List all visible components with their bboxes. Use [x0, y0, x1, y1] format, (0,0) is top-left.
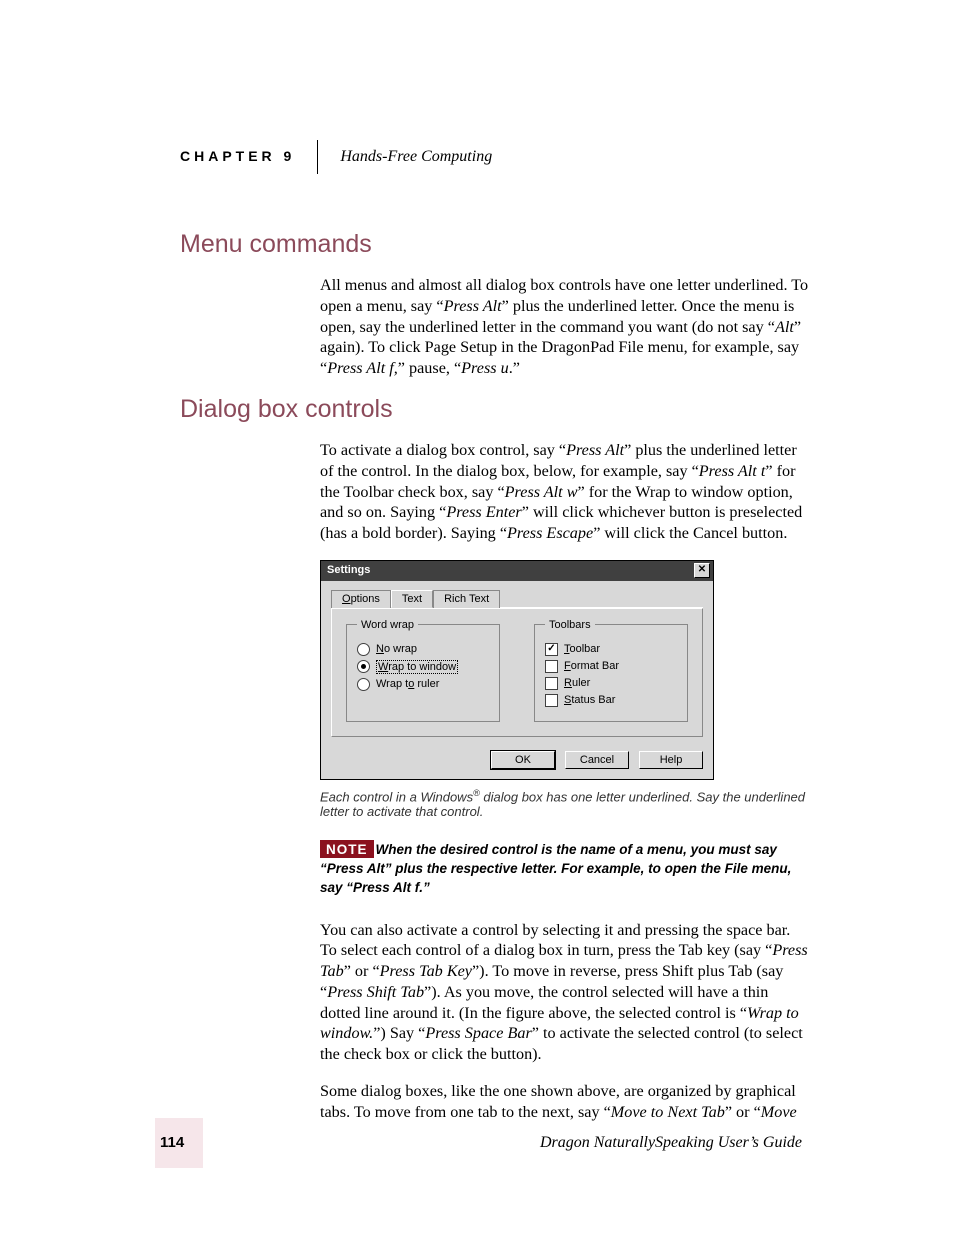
radio-wrap-to-window[interactable]: Wrap to window — [357, 660, 489, 674]
footer-book-title: Dragon NaturallySpeaking User’s Guide — [540, 1134, 802, 1152]
tab-options[interactable]: Options — [331, 590, 391, 608]
tab-text[interactable]: Text — [391, 590, 433, 608]
dialog-controls-para-1: To activate a dialog box control, say “P… — [320, 440, 810, 544]
heading-dialog-box-controls: Dialog box controls — [180, 395, 810, 424]
dialog-controls-para-3: Some dialog boxes, like the one shown ab… — [320, 1081, 810, 1122]
checkbox-status-bar[interactable]: Status Bar — [545, 694, 677, 707]
help-button[interactable]: Help — [639, 751, 703, 769]
menu-commands-para: All menus and almost all dialog box cont… — [320, 275, 810, 379]
cancel-button[interactable]: Cancel — [565, 751, 629, 769]
heading-menu-commands: Menu commands — [180, 230, 810, 259]
note-badge: NOTE — [320, 840, 374, 858]
dialog-controls-para-2: You can also activate a control by selec… — [320, 920, 810, 1065]
toolbars-legend: Toolbars — [545, 619, 595, 631]
radio-wrap-to-ruler[interactable]: Wrap to ruler — [357, 678, 489, 691]
tab-panel: Word wrap No wrap Wrap to window Wrap to… — [331, 608, 703, 737]
running-header: CHAPTER 9 Hands-Free Computing — [180, 148, 820, 174]
dialog-tabs: Options Text Rich Text — [331, 589, 703, 608]
checkbox-format-bar[interactable]: Format Bar — [545, 660, 677, 673]
word-wrap-legend: Word wrap — [357, 619, 418, 631]
figure-caption: Each control in a Windows® dialog box ha… — [320, 788, 810, 819]
toolbars-group: Toolbars ✓ Toolbar Format Bar Ruler — [534, 619, 688, 722]
radio-no-wrap[interactable]: No wrap — [357, 643, 489, 656]
page-number: 114 — [160, 1134, 184, 1151]
close-icon[interactable]: ✕ — [694, 563, 710, 578]
dialog-titlebar: Settings ✕ — [321, 561, 713, 581]
tab-rich-text[interactable]: Rich Text — [433, 590, 500, 608]
chapter-label: CHAPTER 9 — [180, 148, 317, 174]
ok-button[interactable]: OK — [491, 751, 555, 769]
chapter-title: Hands-Free Computing — [318, 148, 492, 174]
dialog-title: Settings — [327, 564, 370, 576]
note-block: NOTEWhen the desired control is the name… — [320, 841, 810, 898]
checkbox-toolbar[interactable]: ✓ Toolbar — [545, 643, 677, 656]
settings-dialog: Settings ✕ Options Text Rich Text Word w… — [320, 560, 714, 780]
checkbox-ruler[interactable]: Ruler — [545, 677, 677, 690]
word-wrap-group: Word wrap No wrap Wrap to window Wrap to… — [346, 619, 500, 722]
